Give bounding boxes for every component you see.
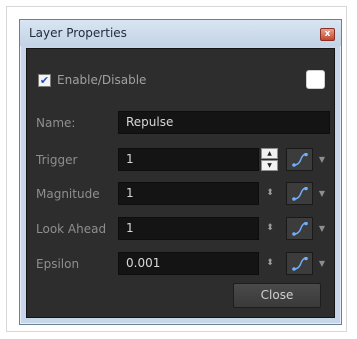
trigger-spinner[interactable]: ▲ ▼ — [261, 148, 278, 171]
epsilon-label: Epsilon — [36, 257, 80, 271]
dropdown-arrow-icon[interactable]: ▼ — [317, 217, 327, 240]
epsilon-field[interactable]: 0.001 — [118, 252, 259, 275]
dropdown-arrow-icon[interactable]: ▼ — [317, 148, 327, 171]
function-curve-icon — [292, 257, 308, 271]
dropdown-arrow-icon[interactable]: ▼ — [317, 252, 327, 275]
look-ahead-function-button[interactable] — [286, 217, 313, 240]
close-button[interactable]: Close — [233, 283, 321, 308]
spin-down-icon[interactable]: ▼ — [261, 160, 278, 171]
look-ahead-field[interactable]: 1 — [118, 217, 259, 240]
magnitude-label: Magnitude — [36, 187, 100, 201]
layer-color-swatch[interactable] — [306, 70, 325, 89]
function-curve-icon — [292, 187, 308, 201]
trigger-label: Trigger — [36, 153, 78, 167]
enable-label: Enable/Disable — [57, 73, 147, 87]
spin-arrows-icon[interactable]: ⬍ — [265, 252, 275, 275]
spin-arrows-icon[interactable]: ⬍ — [265, 217, 275, 240]
name-label: Name: — [36, 116, 76, 130]
function-curve-icon — [292, 153, 308, 167]
trigger-function-button[interactable] — [286, 148, 313, 171]
function-curve-icon — [292, 222, 308, 236]
panel-content: ✔ Enable/Disable Name: Repulse Trigger 1… — [0, 0, 357, 339]
magnitude-field[interactable]: 1 — [118, 182, 259, 205]
spin-up-icon[interactable]: ▲ — [261, 148, 278, 159]
enable-checkbox[interactable]: ✔ — [38, 74, 51, 87]
name-field[interactable]: Repulse — [118, 111, 330, 134]
dropdown-arrow-icon[interactable]: ▼ — [317, 182, 327, 205]
trigger-field[interactable]: 1 — [118, 148, 259, 171]
epsilon-function-button[interactable] — [286, 252, 313, 275]
spin-arrows-icon[interactable]: ⬍ — [265, 182, 275, 205]
magnitude-function-button[interactable] — [286, 182, 313, 205]
look-ahead-label: Look Ahead — [36, 222, 107, 236]
